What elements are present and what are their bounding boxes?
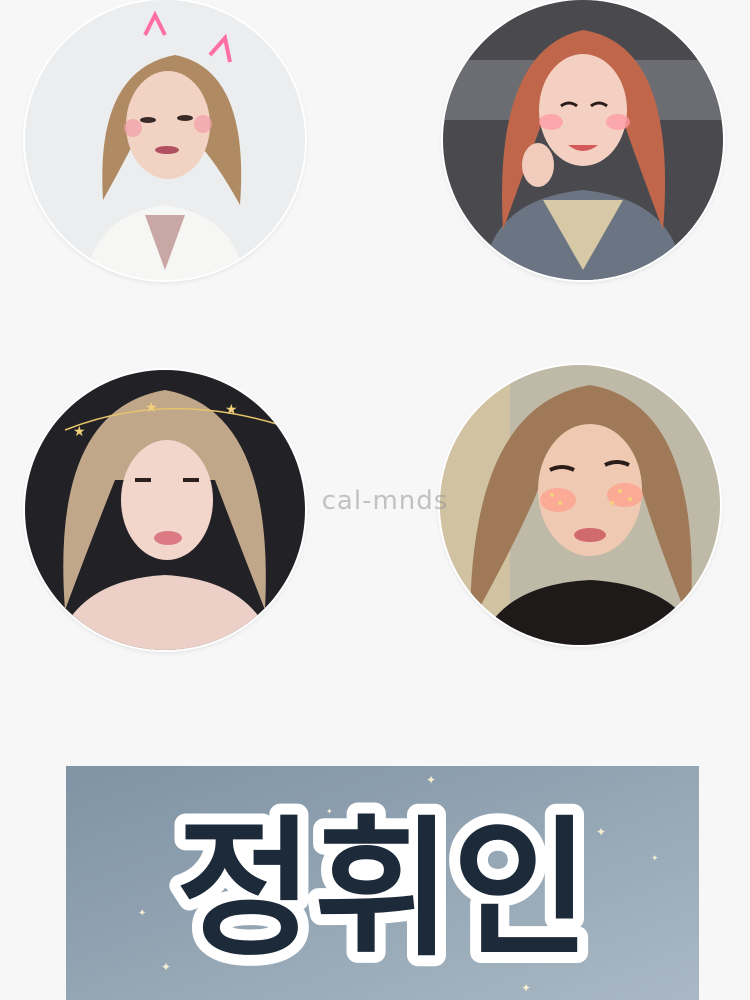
portrait-cat-ears-image: [25, 0, 305, 280]
portrait-star-crown-image: ★ ★ ★: [25, 370, 305, 650]
portrait-freckles-image: [440, 365, 720, 645]
name-banner: ✦ ✦ ✦ ✦ ✦ ✦ ✦ ✦ ✦ 정휘인 정휘인: [66, 766, 699, 1000]
svg-text:✦: ✦: [426, 773, 436, 787]
svg-text:✦: ✦: [521, 981, 531, 995]
svg-text:★: ★: [145, 400, 158, 416]
svg-text:✦: ✦: [161, 960, 171, 974]
portrait-sticker-freckles: [440, 365, 720, 645]
svg-text:★: ★: [225, 402, 238, 418]
svg-text:★: ★: [73, 424, 86, 440]
banner-title: 정휘인: [176, 803, 590, 977]
watermark: cal-mnds: [321, 486, 449, 516]
portrait-sticker-red-hair: [443, 0, 723, 280]
portrait-sticker-cat-ears: [25, 0, 305, 280]
portrait-red-hair-image: [443, 0, 723, 280]
portrait-sticker-star-crown: ★ ★ ★: [25, 370, 305, 650]
svg-text:✦: ✦: [651, 854, 659, 864]
svg-text:✦: ✦: [138, 908, 146, 919]
banner-graphic: ✦ ✦ ✦ ✦ ✦ ✦ ✦ ✦ ✦ 정휘인 정휘인: [66, 766, 699, 1000]
svg-text:✦: ✦: [596, 825, 606, 839]
